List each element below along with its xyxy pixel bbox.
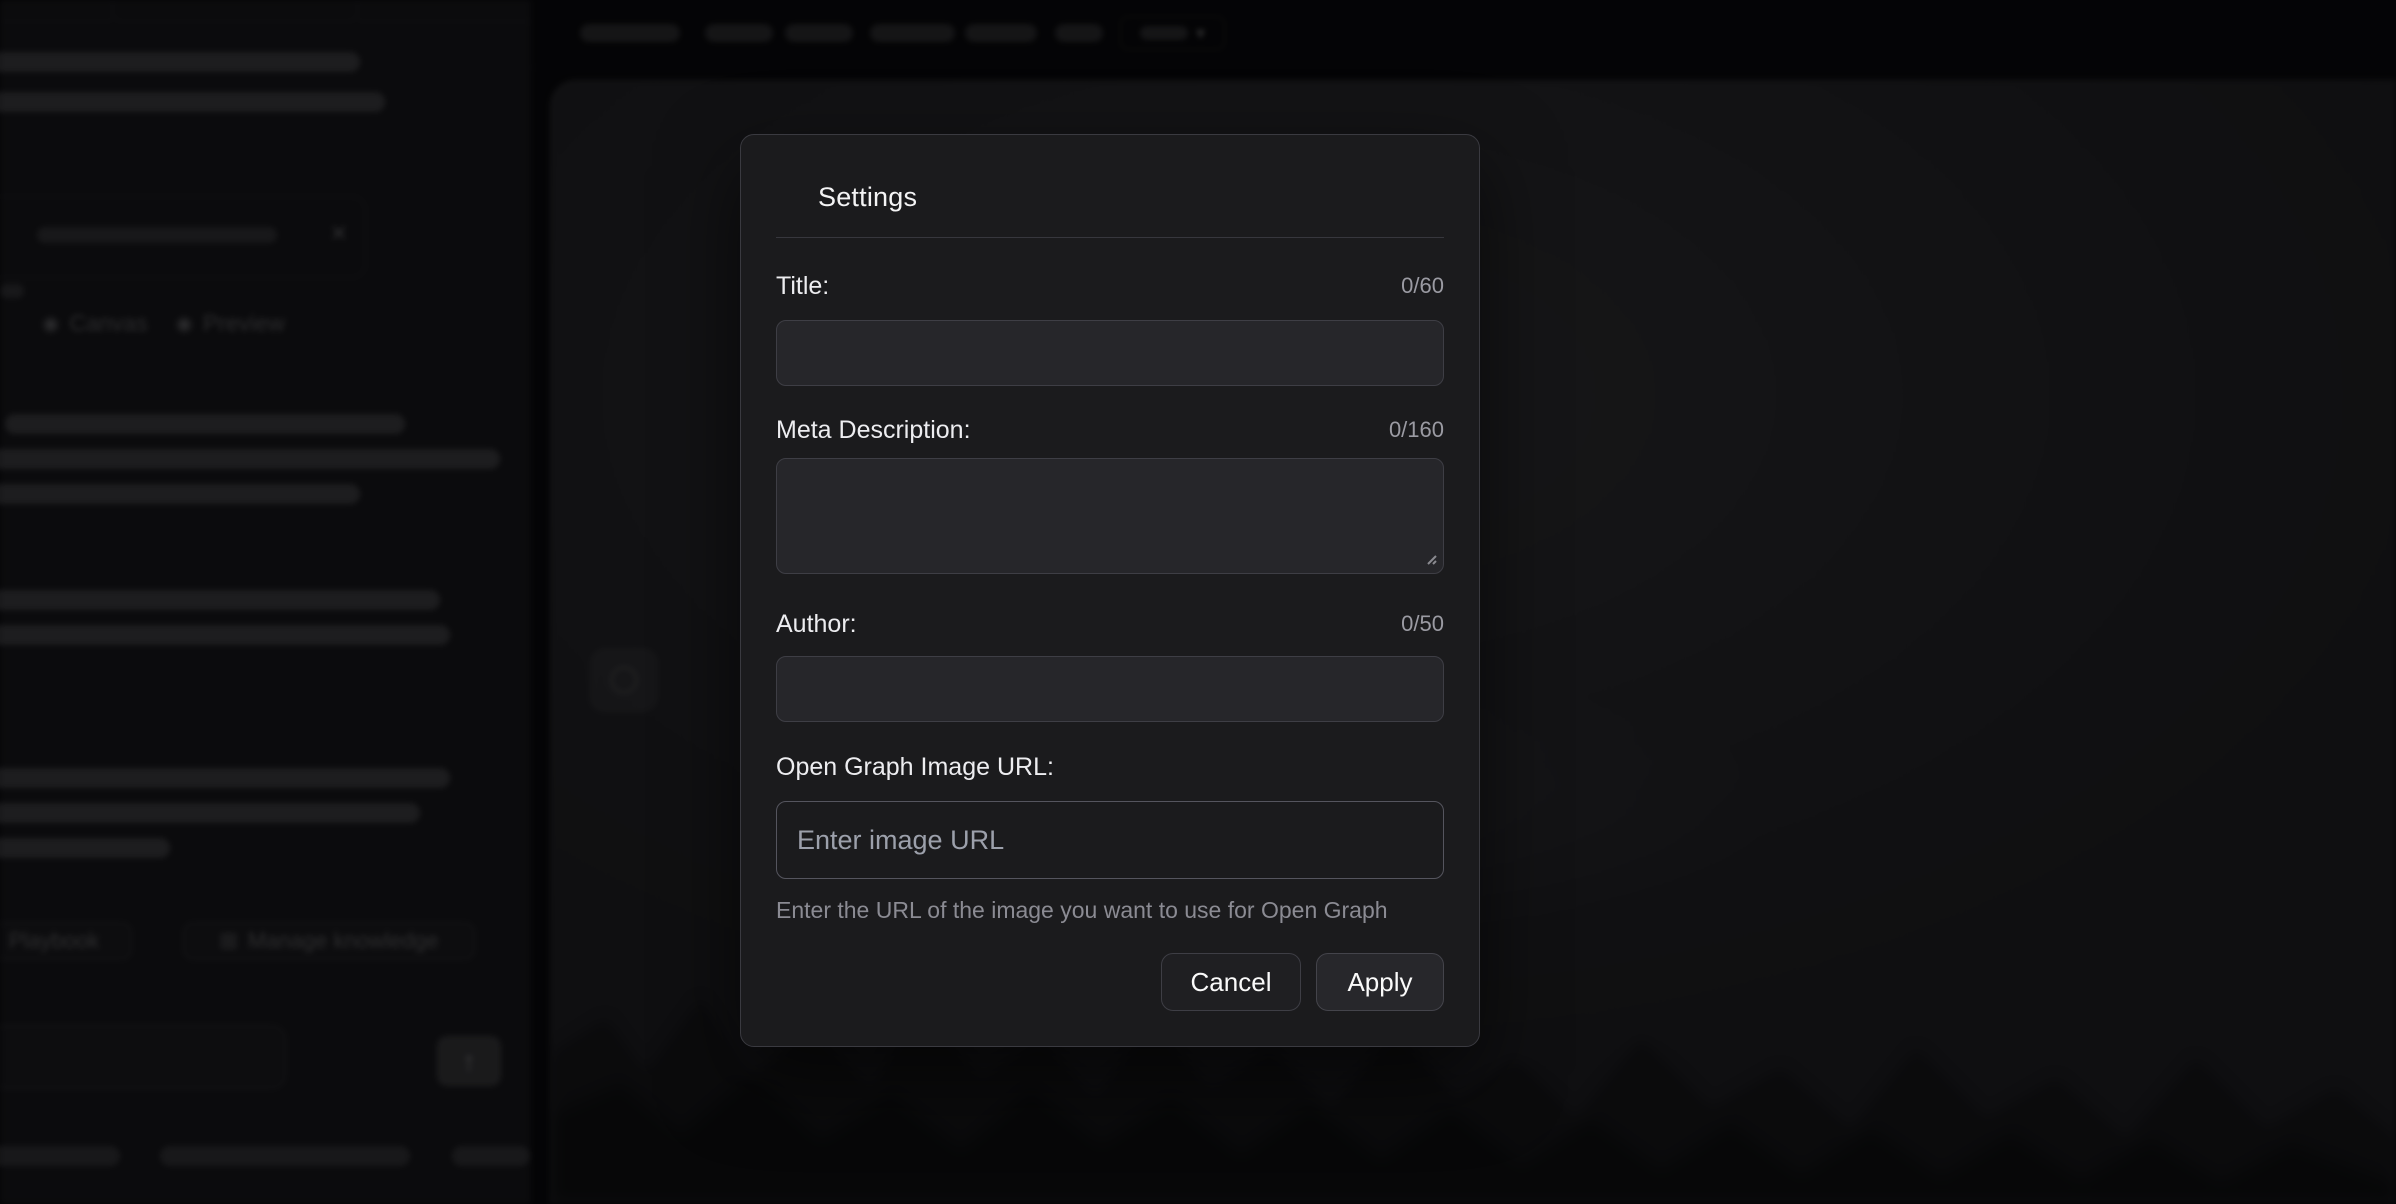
title-input[interactable] bbox=[776, 320, 1444, 386]
meta-description-field bbox=[776, 458, 1444, 574]
app-screen: × ◉ Canvas ◉ Preview bbox=[0, 0, 2396, 1204]
dialog-title: Settings bbox=[818, 181, 1444, 213]
dialog-divider bbox=[776, 237, 1444, 238]
author-field-label: Author: bbox=[776, 610, 857, 639]
author-input[interactable] bbox=[776, 656, 1444, 722]
title-field-header: Title: 0/60 bbox=[776, 272, 1444, 300]
og-image-helper-text: Enter the URL of the image you want to u… bbox=[776, 896, 1444, 924]
og-image-field-label: Open Graph Image URL: bbox=[776, 753, 1054, 782]
og-image-url-input[interactable] bbox=[776, 801, 1444, 879]
author-field-header: Author: 0/50 bbox=[776, 610, 1444, 638]
apply-button[interactable]: Apply bbox=[1316, 953, 1444, 1011]
meta-description-char-counter: 0/160 bbox=[1389, 417, 1444, 443]
meta-description-textarea[interactable] bbox=[776, 458, 1444, 574]
dialog-actions: Cancel Apply bbox=[776, 953, 1444, 1011]
author-char-counter: 0/50 bbox=[1401, 611, 1444, 637]
meta-description-field-header: Meta Description: 0/160 bbox=[776, 416, 1444, 444]
title-char-counter: 0/60 bbox=[1401, 273, 1444, 299]
cancel-button[interactable]: Cancel bbox=[1161, 953, 1301, 1011]
og-image-field-header: Open Graph Image URL: bbox=[776, 753, 1444, 781]
resize-handle-icon[interactable] bbox=[1423, 551, 1437, 565]
settings-dialog: Settings Title: 0/60 Meta Description: 0… bbox=[740, 134, 1480, 1047]
title-field-label: Title: bbox=[776, 272, 829, 301]
meta-description-field-label: Meta Description: bbox=[776, 416, 971, 445]
